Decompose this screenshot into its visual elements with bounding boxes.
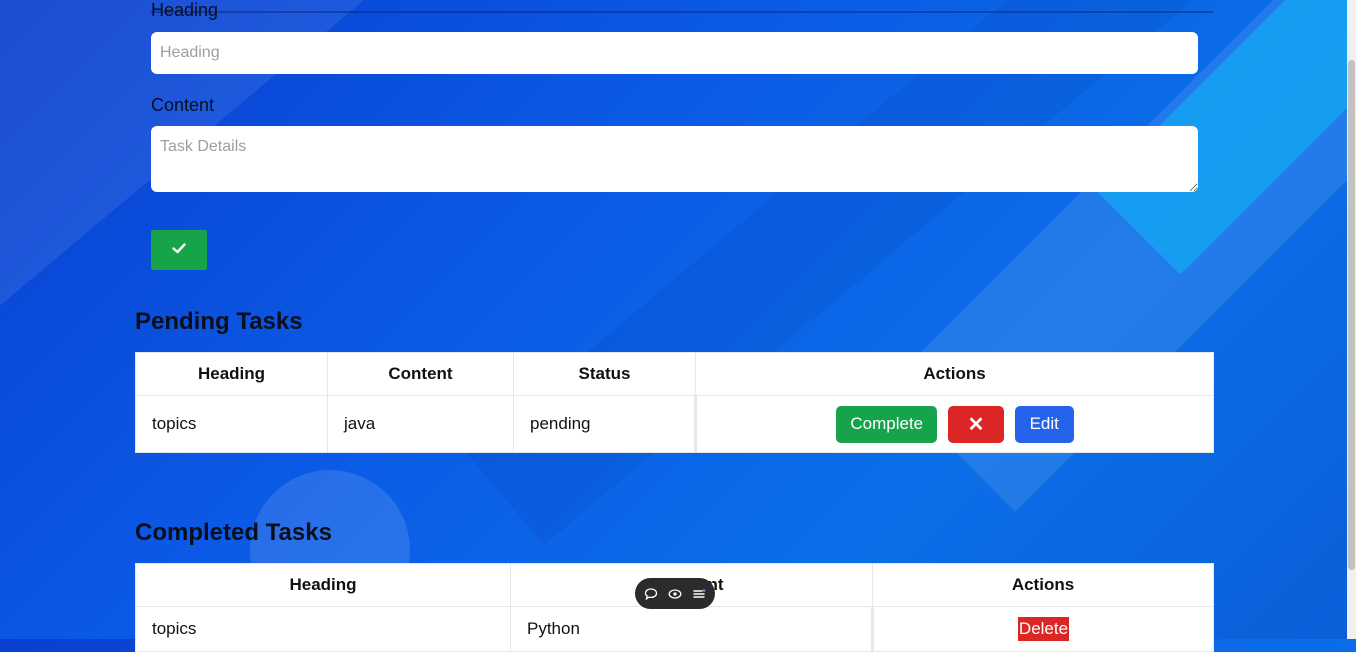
column-header-content: Content [327, 352, 514, 396]
cell-heading: topics [135, 395, 328, 453]
cell-content: Python [510, 606, 873, 652]
page-scrollbar[interactable] [1347, 0, 1356, 639]
delete-button[interactable]: Delete [1017, 617, 1070, 641]
table-header-row: Heading Content Status Actions [135, 352, 1214, 396]
comment-icon[interactable] [643, 586, 659, 602]
submit-button[interactable] [151, 230, 207, 270]
completed-tasks-title: Completed Tasks [135, 519, 332, 546]
column-header-actions: Actions [872, 563, 1214, 607]
complete-button[interactable]: Complete [836, 405, 938, 443]
cell-heading: topics [135, 606, 511, 652]
eye-icon[interactable] [667, 586, 683, 602]
pending-tasks-table: Heading Content Status Actions topics ja… [135, 352, 1214, 453]
heading-input[interactable] [151, 32, 1198, 74]
content-textarea[interactable] [151, 126, 1198, 192]
delete-x-button[interactable]: ✕ [948, 405, 1004, 443]
content-label: Content [151, 95, 215, 115]
column-header-actions: Actions [695, 352, 1214, 396]
form-top-divider [151, 11, 1213, 13]
pending-tasks-title: Pending Tasks [135, 308, 303, 335]
table-row: topics java pending Complete ✕ Edit [135, 395, 1214, 453]
table-row: topics Python Delete [135, 606, 1214, 652]
heading-label: Heading [151, 0, 219, 20]
cell-status: pending [513, 395, 696, 453]
column-header-heading: Heading [135, 563, 511, 607]
cell-actions: Complete ✕ Edit [694, 395, 1214, 453]
column-header-status: Status [513, 352, 696, 396]
list-icon[interactable] [691, 586, 707, 602]
cell-actions: Delete [871, 606, 1214, 652]
edit-button[interactable]: Edit [1014, 405, 1074, 443]
cell-content: java [327, 395, 514, 453]
scrollbar-thumb[interactable] [1348, 60, 1355, 570]
column-header-heading: Heading [135, 352, 328, 396]
close-icon: ✕ [967, 413, 985, 436]
floating-toolbar [635, 578, 715, 609]
check-icon [171, 240, 187, 261]
